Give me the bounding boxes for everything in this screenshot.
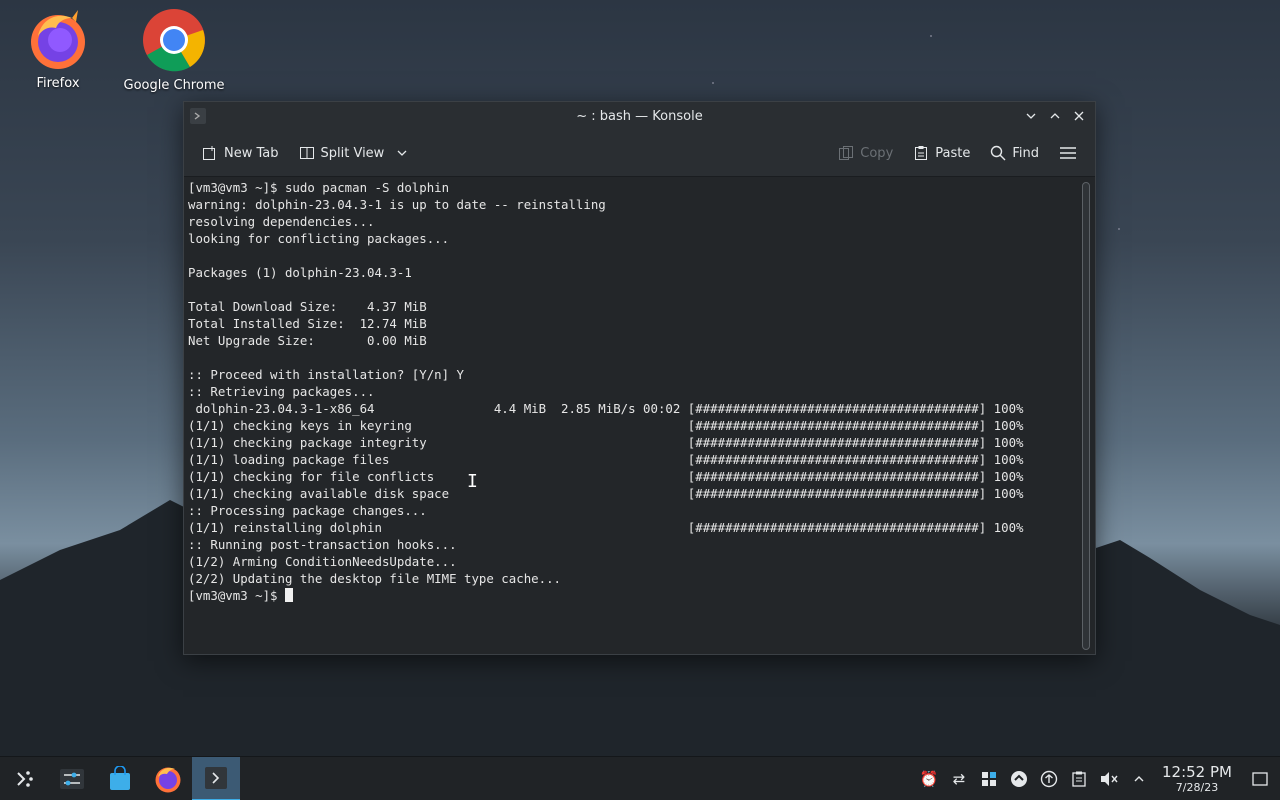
new-tab-button[interactable]: New Tab — [196, 141, 285, 165]
find-label: Find — [1012, 145, 1039, 161]
volume-muted-icon[interactable] — [1094, 757, 1124, 800]
firefox-taskbar[interactable] — [144, 757, 192, 800]
paste-label: Paste — [935, 145, 971, 161]
terminal-line: :: Processing package changes... — [188, 503, 427, 518]
split-view-button[interactable]: Split View — [293, 141, 415, 165]
terminal-line: resolving dependencies... — [188, 214, 375, 229]
desktop-icon-chrome[interactable]: Google Chrome — [119, 8, 229, 93]
terminal-line: (1/1) reinstalling dolphin [############… — [188, 520, 1024, 535]
hamburger-menu-button[interactable] — [1053, 141, 1083, 165]
terminal-line: looking for conflicting packages... — [188, 231, 450, 246]
system-settings-taskbar[interactable] — [48, 757, 96, 800]
split-view-label: Split View — [320, 145, 385, 161]
search-icon — [991, 145, 1006, 161]
grid-apps-icon[interactable] — [974, 757, 1004, 800]
chrome-icon — [143, 9, 205, 72]
paste-button[interactable]: Paste — [907, 141, 976, 165]
terminal-line: dolphin-23.04.3-1-x86_64 4.4 MiB 2.85 Mi… — [188, 401, 1024, 416]
shopping-bag-icon — [110, 765, 130, 790]
desktop-icon-label: Firefox — [36, 76, 80, 91]
copy-button[interactable]: Copy — [832, 141, 899, 165]
close-icon — [1074, 111, 1084, 121]
terminal-line: (1/1) checking available disk space [###… — [188, 486, 1024, 501]
window-title: ~ : bash — Konsole — [576, 108, 703, 124]
minimize-button[interactable] — [1021, 106, 1041, 126]
terminal-line: Net Upgrade Size: 0.00 MiB — [188, 333, 427, 348]
show-desktop-button[interactable] — [1240, 757, 1280, 800]
terminal-scrollbar[interactable] — [1082, 182, 1090, 650]
terminal-icon — [205, 766, 227, 789]
star — [930, 35, 932, 37]
tray-expand-icon[interactable] — [1124, 757, 1154, 800]
copy-icon — [839, 146, 854, 160]
window-toolbar: New Tab Split View Copy Paste Find — [184, 130, 1095, 177]
discover-taskbar[interactable] — [96, 757, 144, 800]
clock-time: 12:52 PM — [1162, 763, 1232, 781]
terminal-line: Total Installed Size: 12.74 MiB — [188, 316, 427, 331]
konsole-taskbar[interactable] — [192, 756, 240, 800]
clipboard-icon[interactable] — [1064, 757, 1094, 800]
show-desktop-icon — [1252, 772, 1268, 786]
firefox-icon — [31, 10, 85, 69]
split-view-icon — [299, 147, 314, 159]
paste-icon — [915, 146, 928, 160]
terminal-line: warning: dolphin-23.04.3-1 is up to date… — [188, 197, 606, 212]
terminal-line: :: Running post-transaction hooks... — [188, 537, 457, 552]
find-button[interactable]: Find — [984, 141, 1045, 165]
terminal-line: Packages (1) dolphin-23.04.3-1 — [188, 265, 412, 280]
taskbar: ⏰ ⇄ 12:52 PM 7/28/23 — [0, 756, 1280, 800]
konsole-window: ~ : bash — Konsole New Tab Split View Co… — [183, 101, 1096, 655]
star — [1118, 228, 1120, 230]
hamburger-menu-icon — [1060, 147, 1076, 159]
chevron-down-icon — [1026, 113, 1036, 119]
system-tray: ⏰ ⇄ 12:52 PM 7/28/23 — [914, 757, 1280, 800]
terminal-line: (1/1) checking keys in keyring [########… — [188, 418, 1024, 433]
konsole-app-icon[interactable] — [190, 108, 206, 124]
launcher-icon — [17, 770, 33, 787]
new-tab-label: New Tab — [224, 145, 279, 161]
terminal-output[interactable]: [vm3@vm3 ~]$ sudo pacman -S dolphin warni… — [184, 177, 1079, 654]
maximize-button[interactable] — [1045, 106, 1065, 126]
terminal-line: :: Retrieving packages... — [188, 384, 375, 399]
chevron-down-icon[interactable] — [396, 147, 408, 159]
terminal-line: (1/1) loading package files [###########… — [188, 452, 1024, 467]
text-cursor-ibeam: I — [467, 471, 478, 492]
copy-label: Copy — [860, 145, 894, 161]
window-titlebar[interactable]: ~ : bash — Konsole — [184, 102, 1095, 130]
terminal-prompt: [vm3@vm3 ~]$ — [188, 588, 285, 603]
terminal-line: :: Proceed with installation? [Y/n] Y — [188, 367, 465, 382]
terminal-line: (1/1) checking package integrity [######… — [188, 435, 1024, 450]
firefox-icon — [155, 767, 181, 792]
update-notifier-icon[interactable] — [1004, 757, 1034, 800]
terminal-line: (1/1) checking for file conflicts [#####… — [188, 469, 1024, 484]
kde-connect-icon[interactable]: ⇄ — [944, 757, 974, 800]
application-launcher-button[interactable] — [0, 757, 48, 800]
new-tab-icon — [203, 146, 215, 160]
terminal-prompt-line: [vm3@vm3 ~]$ — [188, 587, 1079, 604]
network-icon[interactable] — [1034, 757, 1064, 800]
terminal-line: Total Download Size: 4.37 MiB — [188, 299, 427, 314]
star — [712, 82, 714, 84]
settings-sliders-icon — [60, 768, 84, 789]
terminal-cursor — [284, 588, 293, 602]
digital-clock[interactable]: 12:52 PM 7/28/23 — [1160, 763, 1234, 795]
close-button[interactable] — [1069, 106, 1089, 126]
desktop-icon-label: Google Chrome — [123, 78, 225, 93]
clock-date: 7/28/23 — [1175, 781, 1219, 794]
terminal-line: [vm3@vm3 ~]$ sudo pacman -S dolphin — [188, 180, 450, 195]
terminal-line: (2/2) Updating the desktop file MIME typ… — [188, 571, 561, 586]
desktop-icon-firefox[interactable]: Firefox — [3, 8, 113, 91]
chevron-up-icon — [1050, 113, 1060, 119]
alarm-icon[interactable]: ⏰ — [914, 757, 944, 800]
terminal-line: (1/2) Arming ConditionNeedsUpdate... — [188, 554, 457, 569]
